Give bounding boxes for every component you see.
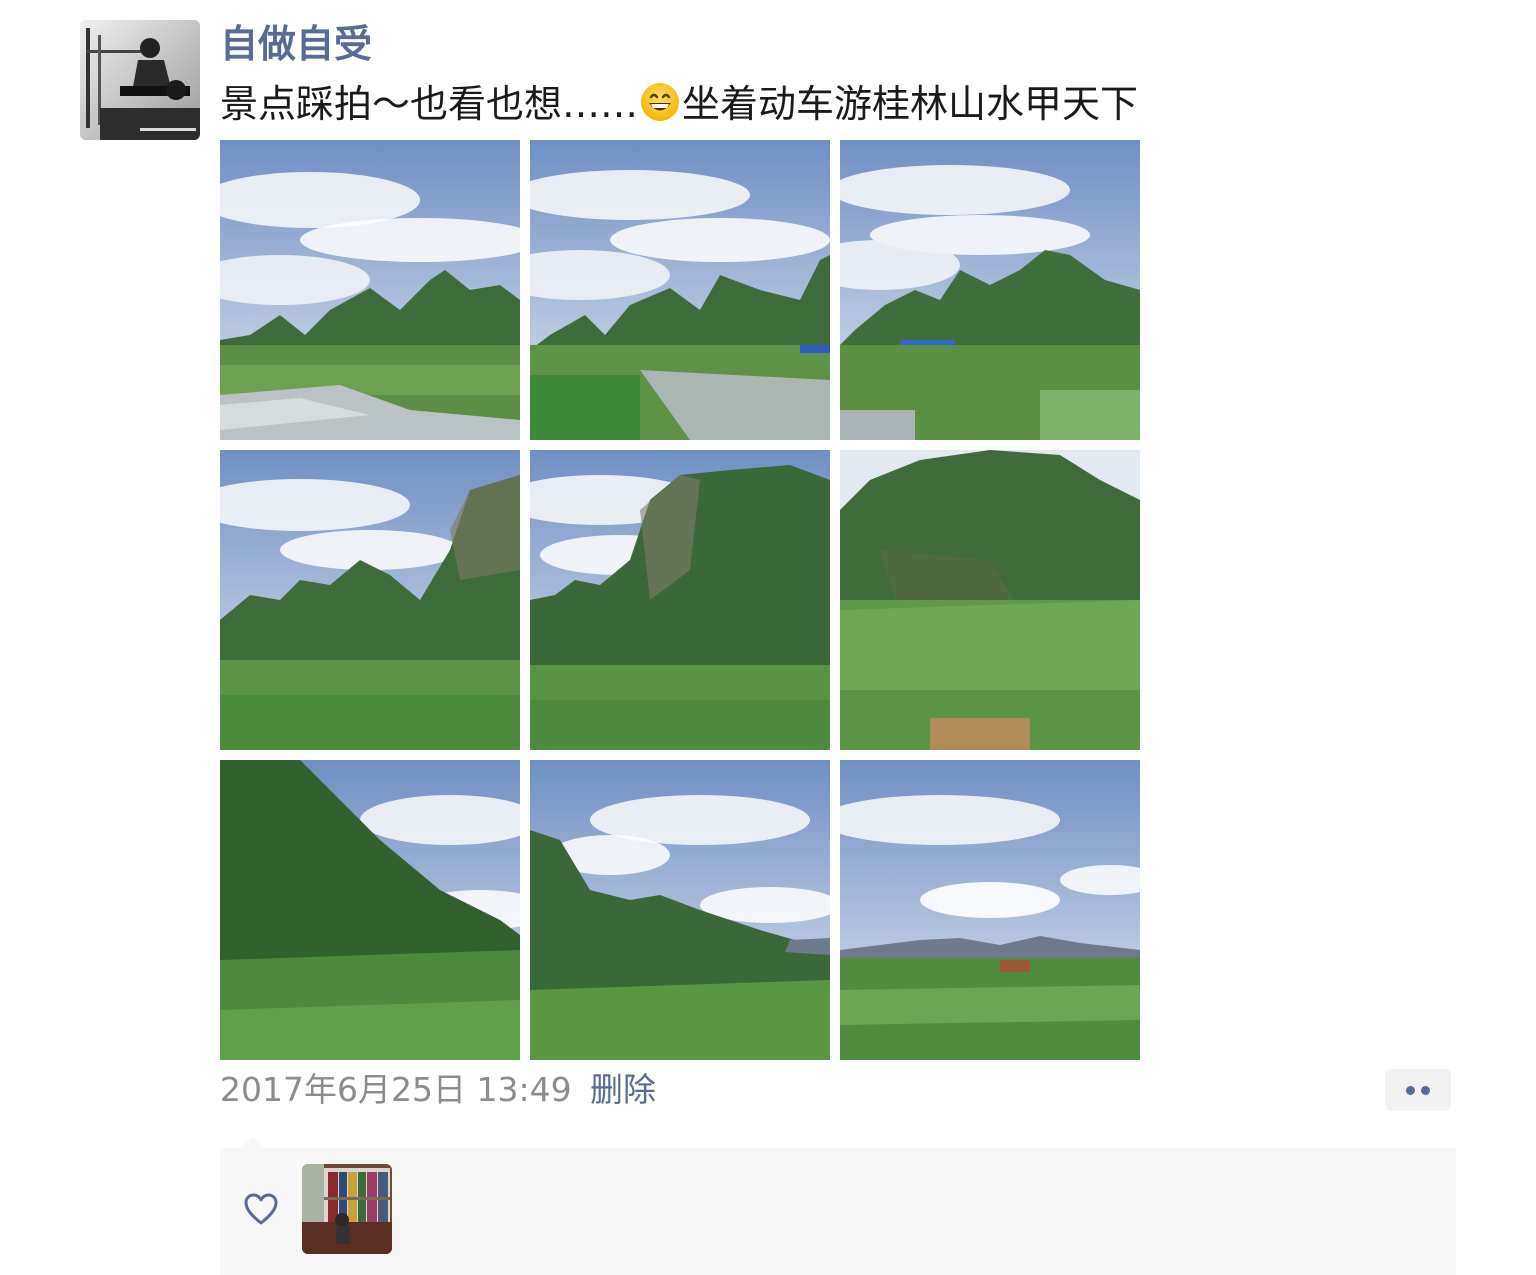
moments-post: 自做自受 景点踩拍～也看也想…… 坐着动车游桂林山水甲天下 2017年6月25日… xyxy=(0,0,1536,1275)
photo-2[interactable] xyxy=(530,140,830,440)
photo-grid xyxy=(220,140,1140,1060)
photo-4[interactable] xyxy=(220,450,520,750)
photo-5[interactable] xyxy=(530,450,830,750)
post-text-part-2: 坐着动车游桂林山水甲天下 xyxy=(682,82,1139,126)
heart-icon xyxy=(243,1192,279,1226)
post-text-part-1: 景点踩拍～也看也想…… xyxy=(220,82,639,126)
more-dots-icon xyxy=(1406,1086,1415,1095)
photo-1[interactable] xyxy=(220,140,520,440)
photo-7[interactable] xyxy=(220,760,520,1060)
grinning-face-emoji-icon xyxy=(640,82,680,122)
author-name[interactable]: 自做自受 xyxy=(220,18,372,70)
post-text: 景点踩拍～也看也想…… 坐着动车游桂林山水甲天下 xyxy=(220,78,1138,130)
photo-3[interactable] xyxy=(840,140,1140,440)
post-timestamp: 2017年6月25日 13:49 xyxy=(220,1070,572,1109)
photo-9[interactable] xyxy=(840,760,1140,1060)
liker-avatar[interactable] xyxy=(302,1164,392,1254)
author-avatar[interactable] xyxy=(80,20,200,140)
likes-panel xyxy=(220,1148,1456,1275)
photo-6[interactable] xyxy=(840,450,1140,750)
delete-button[interactable]: 删除 xyxy=(590,1066,656,1114)
more-options-button[interactable] xyxy=(1385,1069,1451,1111)
more-dots-icon-2 xyxy=(1421,1086,1430,1095)
photo-8[interactable] xyxy=(530,760,830,1060)
